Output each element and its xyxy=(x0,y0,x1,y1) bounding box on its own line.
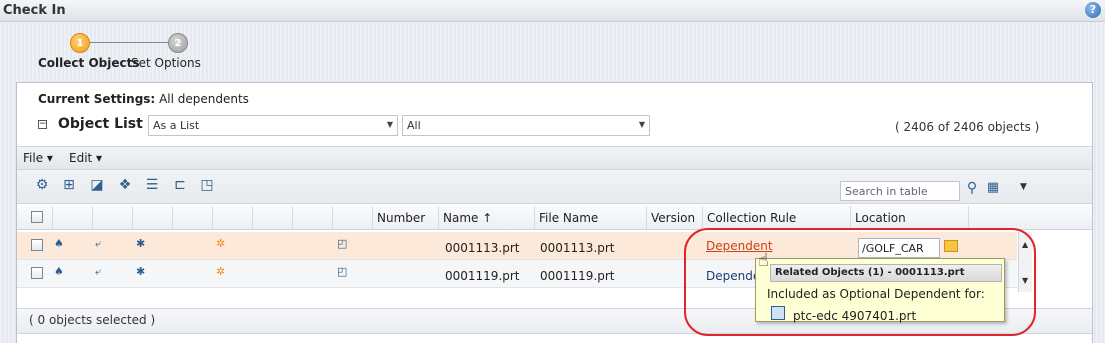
wizard-step-2-icon[interactable]: 2 xyxy=(168,33,188,53)
part-icon: ◰ xyxy=(337,265,348,278)
title-bar: Check In ? xyxy=(0,0,1105,22)
col-icon-4 xyxy=(172,206,212,230)
chevron-down-icon: ▼ xyxy=(638,120,645,129)
filter-dropdown-value: All xyxy=(407,119,421,132)
col-icon-5 xyxy=(212,206,252,230)
col-version[interactable]: Version xyxy=(646,206,702,230)
column-config-icon[interactable]: ▦ xyxy=(985,180,1001,198)
edit-menu[interactable]: Edit ▾ xyxy=(69,151,102,165)
set-scope-icon[interactable]: ◪ xyxy=(88,176,106,194)
asterisk-icon: ✱ xyxy=(136,237,146,250)
view-dropdown[interactable]: As a List ▼ xyxy=(148,115,398,136)
selection-count: ( 0 objects selected ) xyxy=(29,313,156,327)
row-file-name: 0001119.prt xyxy=(540,269,615,283)
col-file-name[interactable]: File Name xyxy=(534,206,646,230)
current-settings-label: Current Settings: xyxy=(38,92,156,106)
search-input[interactable]: Search in table xyxy=(840,181,960,201)
col-icon-6 xyxy=(252,206,292,230)
filter-dropdown[interactable]: All ▼ xyxy=(402,115,650,136)
search-icon[interactable]: ⚲ xyxy=(963,180,981,198)
select-all-checkbox[interactable] xyxy=(31,211,43,223)
object-count: ( 2406 of 2406 objects ) xyxy=(895,120,1040,134)
row-checkbox[interactable] xyxy=(31,239,43,251)
object-list-title: Object List xyxy=(58,116,143,132)
chevron-down-icon: ▼ xyxy=(386,120,393,129)
current-settings: Current Settings: All dependents xyxy=(38,92,249,106)
col-icon-1 xyxy=(52,206,92,230)
help-icon[interactable]: ? xyxy=(1085,2,1101,18)
col-icon-7 xyxy=(292,206,332,230)
new-window-icon[interactable]: ◳ xyxy=(198,176,216,194)
status-icon: ♠ xyxy=(54,265,64,278)
menu-bar xyxy=(17,146,1092,170)
collapse-icon[interactable]: − xyxy=(38,120,47,129)
col-location[interactable]: Location xyxy=(850,206,968,230)
col-icon-8 xyxy=(332,206,372,230)
wizard-step-set-options[interactable]: Set Options xyxy=(131,56,201,70)
row-name: 0001113.prt xyxy=(445,241,520,255)
col-extra xyxy=(968,206,1008,230)
folder-open-icon[interactable]: ⊏ xyxy=(171,176,189,194)
share-icon: ⤶ xyxy=(95,265,102,278)
part-icon: ◰ xyxy=(337,237,348,250)
col-icon-2 xyxy=(92,206,132,230)
window-title: Check In xyxy=(3,3,66,18)
row-checkbox[interactable] xyxy=(31,267,43,279)
row-file-name: 0001113.prt xyxy=(540,241,615,255)
collect-settings-icon[interactable]: ⚙ xyxy=(33,176,51,194)
add-objects-icon[interactable]: ⊞ xyxy=(60,176,78,194)
row-name: 0001119.prt xyxy=(445,269,520,283)
tag-icon[interactable]: ❖ xyxy=(116,176,134,194)
col-name[interactable]: Name ↑ xyxy=(438,206,534,230)
chevron-down-icon[interactable]: ▼ xyxy=(1020,182,1027,192)
file-menu[interactable]: File ▾ xyxy=(23,151,53,165)
wizard-step-1-icon[interactable]: 1 xyxy=(70,33,90,53)
table-view-icon[interactable]: ☰ xyxy=(143,176,161,194)
modified-icon: ✲ xyxy=(216,265,226,278)
modified-icon: ✲ xyxy=(216,237,226,250)
wizard-step-collect-objects[interactable]: Collect Objects xyxy=(38,56,139,70)
status-icon: ♠ xyxy=(54,237,64,250)
view-dropdown-value: As a List xyxy=(153,119,200,132)
col-number[interactable]: Number xyxy=(372,206,438,230)
wizard-step-connector xyxy=(82,42,174,43)
share-icon: ⤶ xyxy=(95,237,102,250)
asterisk-icon: ✱ xyxy=(136,265,146,278)
highlight-annotation xyxy=(684,228,1036,336)
col-icon-3 xyxy=(132,206,172,230)
col-collection-rule[interactable]: Collection Rule xyxy=(702,206,850,230)
current-settings-value: All dependents xyxy=(159,92,249,106)
